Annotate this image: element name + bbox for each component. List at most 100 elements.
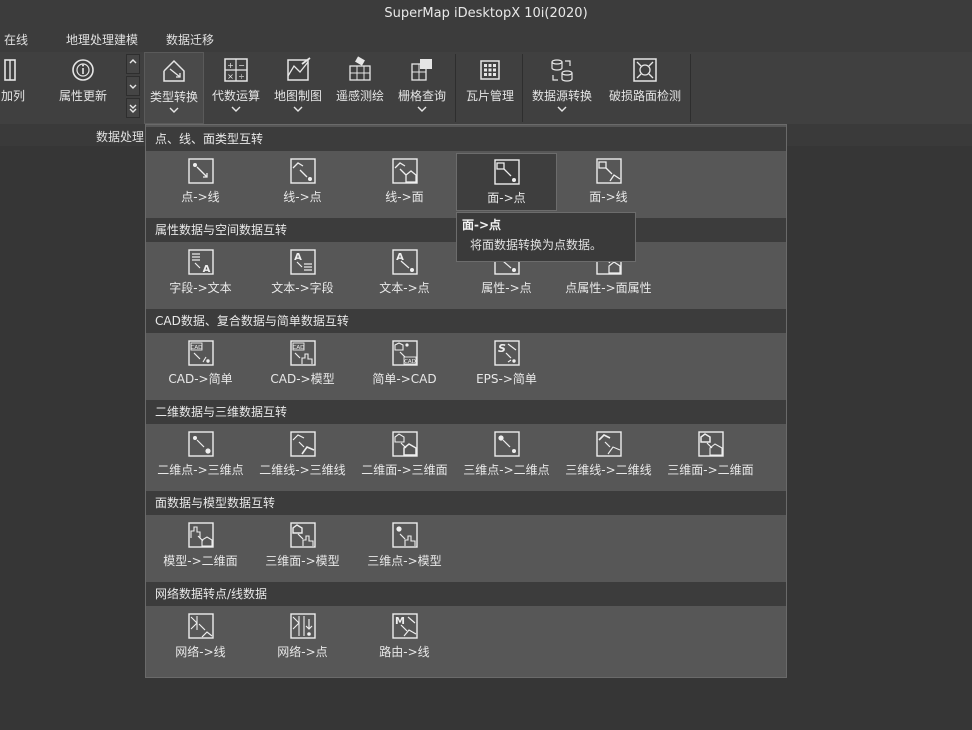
chevron-down-icon: [169, 107, 179, 113]
svg-text:×: ×: [227, 72, 234, 81]
svg-text:A: A: [396, 252, 404, 263]
2d-region-to-3d-region-button[interactable]: 二维面->三维面: [354, 426, 455, 484]
cad-to-simple-button[interactable]: CAD CAD->简单: [150, 335, 251, 393]
item-label: 文本->点: [379, 281, 430, 295]
simple-to-cad-button[interactable]: CAD 简单->CAD: [354, 335, 455, 393]
text-to-point-button[interactable]: A 文本->点: [354, 244, 455, 302]
menu-data-migration[interactable]: 数据迁移: [166, 28, 214, 52]
ribbon-attribute-update-button[interactable]: 属性更新: [46, 52, 120, 124]
line-to-region-icon: [391, 158, 418, 184]
point-to-line-button[interactable]: 点->线: [150, 153, 251, 211]
region-to-line-button[interactable]: 面->线: [558, 153, 659, 211]
ribbon-group-label: 数据处理: [96, 130, 145, 144]
item-label: 二维面->三维面: [361, 463, 448, 477]
svg-text:S: S: [498, 342, 506, 355]
svg-text:CAD: CAD: [190, 345, 202, 351]
model-to-2d-region-button[interactable]: 模型->二维面: [150, 517, 251, 575]
ribbon-road-damage-detect-button[interactable]: 破损路面检测: [602, 52, 688, 124]
ribbon-tile-manage-button[interactable]: 瓦片管理: [458, 52, 522, 124]
field-to-text-button[interactable]: A 字段->文本: [150, 244, 251, 302]
3d-region-to-2d-region-icon: [697, 431, 724, 457]
item-label: 网络->点: [277, 645, 328, 659]
item-label: EPS->简单: [476, 372, 537, 386]
section-header: 二维数据与三维数据互转: [146, 400, 786, 424]
3d-region-to-model-button[interactable]: 三维面->模型: [252, 517, 353, 575]
3d-point-to-model-icon: [391, 522, 418, 548]
menu-geoprocessing-modeling[interactable]: 地理处理建模: [66, 28, 138, 52]
ribbon-algebra-button[interactable]: + − × ÷ 代数运算: [206, 52, 266, 124]
item-label: 点属性->面属性: [565, 281, 652, 295]
route-to-line-icon: M: [391, 613, 418, 639]
ribbon-label: 数据源转换: [531, 89, 592, 103]
model-to-2d-region-icon: [187, 522, 214, 548]
2d-region-to-3d-region-icon: [391, 431, 418, 457]
3d-region-to-2d-region-button[interactable]: 三维面->二维面: [660, 426, 761, 484]
ribbon-label: 破损路面检测: [608, 89, 681, 103]
item-label: 二维线->三维线: [259, 463, 346, 477]
item-label: 三维面->二维面: [667, 463, 754, 477]
app-window: SuperMap iDesktopX 10i(2020) 在线 地理处理建模 数…: [0, 0, 972, 730]
ribbon-label: 栅格查询: [397, 89, 446, 103]
3d-line-to-2d-line-icon: [595, 431, 622, 457]
3d-point-to-model-button[interactable]: 三维点->模型: [354, 517, 455, 575]
ribbon-label: 加列: [0, 89, 25, 103]
text-to-field-icon: A: [289, 249, 316, 275]
info-icon: [72, 59, 94, 81]
ribbon-raster-query-button[interactable]: 栅格查询: [392, 52, 452, 124]
item-label: CAD->简单: [168, 372, 233, 386]
eps-to-simple-button[interactable]: S EPS->简单: [456, 335, 557, 393]
satellite-icon: [349, 56, 371, 81]
item-label: 文本->字段: [271, 281, 334, 295]
line-to-point-button[interactable]: 线->点: [252, 153, 353, 211]
3d-point-to-2d-point-button[interactable]: 三维点->二维点: [456, 426, 557, 484]
region-to-point-button[interactable]: 面->点: [456, 153, 557, 211]
ribbon-type-convert-button[interactable]: 类型转换: [144, 52, 204, 124]
ribbon-add-column-button[interactable]: 加列: [0, 52, 26, 124]
ribbon-expand-button[interactable]: [126, 98, 140, 118]
2d-line-to-3d-line-icon: [289, 431, 316, 457]
svg-text:CAD: CAD: [292, 345, 304, 351]
text-to-field-button[interactable]: A 文本->字段: [252, 244, 353, 302]
point-to-line-icon: [187, 158, 214, 184]
item-label: 线->点: [283, 190, 322, 204]
network-to-line-button[interactable]: 网络->线: [150, 608, 251, 666]
svg-text:CAD: CAD: [404, 359, 416, 365]
ribbon-scroll-down-button[interactable]: [126, 76, 140, 96]
network-to-point-button[interactable]: 网络->点: [252, 608, 353, 666]
ribbon-separator: [522, 54, 523, 122]
line-to-region-button[interactable]: 线->面: [354, 153, 455, 211]
ribbon-label: 代数运算: [211, 89, 260, 103]
double-chevron-down-icon: [129, 104, 137, 113]
2d-point-to-3d-point-button[interactable]: 二维点->三维点: [150, 426, 251, 484]
cad-to-model-button[interactable]: CAD CAD->模型: [252, 335, 353, 393]
road-detect-icon: [633, 58, 657, 82]
svg-text:A: A: [202, 264, 210, 275]
chevron-down-icon: [231, 106, 241, 112]
item-label: 路由->线: [379, 645, 430, 659]
ribbon-map-drawing-button[interactable]: 地图制图: [268, 52, 328, 124]
ribbon-label: 遥感测绘: [335, 89, 384, 103]
region-to-point-icon: [493, 159, 520, 185]
chevron-down-icon: [417, 106, 427, 112]
menu-online[interactable]: 在线: [4, 28, 28, 52]
ribbon-datasource-convert-button[interactable]: 数据源转换: [526, 52, 598, 124]
ribbon-separator: [455, 54, 456, 122]
svg-text:M: M: [395, 616, 405, 627]
ribbon-separator: [690, 54, 691, 122]
item-label: CAD->模型: [270, 372, 335, 386]
tooltip: 面->点 将面数据转换为点数据。: [456, 212, 636, 262]
ribbon-label: 地图制图: [273, 89, 322, 103]
ribbon-remote-sensing-button[interactable]: 遥感测绘: [330, 52, 390, 124]
chevron-up-icon: [129, 59, 137, 64]
section-header: CAD数据、复合数据与简单数据互转: [146, 309, 786, 333]
ribbon-label: 属性更新: [58, 89, 107, 103]
item-label: 模型->二维面: [163, 554, 238, 568]
text-to-point-icon: A: [391, 249, 418, 275]
2d-line-to-3d-line-button[interactable]: 二维线->三维线: [252, 426, 353, 484]
section-header: 网络数据转点/线数据: [146, 582, 786, 606]
route-to-line-button[interactable]: M 路由->线: [354, 608, 455, 666]
3d-line-to-2d-line-button[interactable]: 三维线->二维线: [558, 426, 659, 484]
svg-text:+: +: [227, 61, 234, 70]
ribbon-scroll-up-button[interactable]: [126, 54, 140, 74]
line-to-point-icon: [289, 158, 316, 184]
